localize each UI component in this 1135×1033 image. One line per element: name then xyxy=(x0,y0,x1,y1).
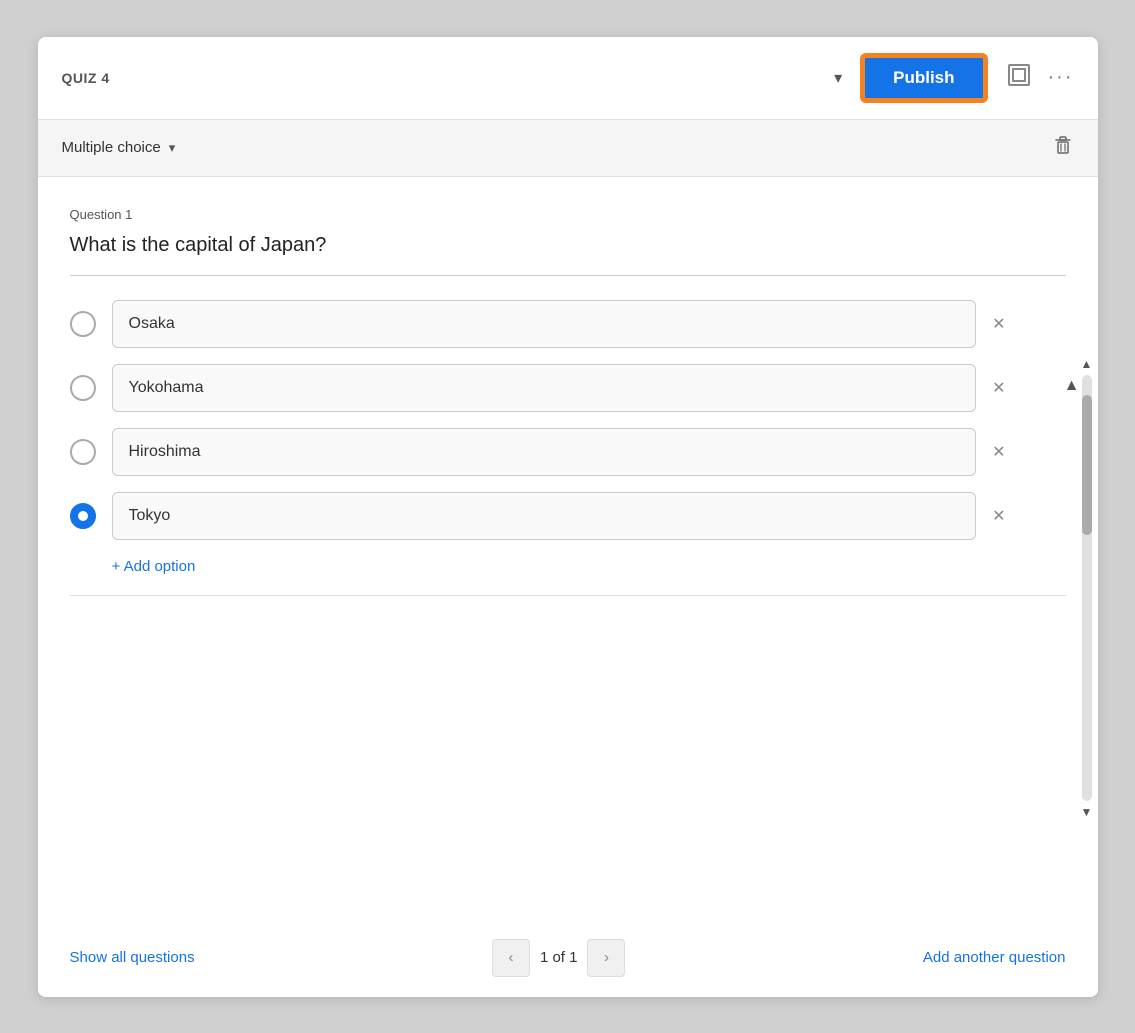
remove-option-1-icon[interactable]: ✕ xyxy=(992,314,1005,334)
option-row: ✕ xyxy=(70,300,1006,348)
option-radio-3[interactable] xyxy=(70,439,96,465)
options-list: ✕ ✕ ✕ ✕ xyxy=(70,300,1066,540)
remove-option-2-icon[interactable]: ✕ xyxy=(992,378,1005,398)
add-option-button[interactable]: + Add option xyxy=(112,558,1066,575)
remove-option-3-icon[interactable]: ✕ xyxy=(992,442,1005,462)
scrollbar[interactable]: ▲ ▼ xyxy=(1080,357,1094,819)
next-page-button[interactable]: › xyxy=(587,939,625,977)
quiz-card: QUIZ 4 ▾ Publish ··· Multiple choice ▾ Q… xyxy=(38,37,1098,997)
question-divider xyxy=(70,275,1066,276)
sub-header: Multiple choice ▾ xyxy=(38,120,1098,177)
question-label: Question 1 xyxy=(70,207,1066,222)
remove-option-4-icon[interactable]: ✕ xyxy=(992,506,1005,526)
expand-icon[interactable] xyxy=(1008,64,1030,91)
scrollbar-thumb xyxy=(1082,395,1092,535)
pagination: ‹ 1 of 1 › xyxy=(492,939,626,977)
page-info: 1 of 1 xyxy=(540,949,578,966)
footer: Show all questions ‹ 1 of 1 › Add anothe… xyxy=(38,919,1098,997)
question-type-chevron: ▾ xyxy=(169,140,176,156)
option-radio-1[interactable] xyxy=(70,311,96,337)
quiz-title-chevron[interactable]: ▾ xyxy=(834,68,842,88)
expand-square-icon xyxy=(1008,64,1030,86)
question-text: What is the capital of Japan? xyxy=(70,234,1066,257)
option-input-3[interactable] xyxy=(112,428,977,476)
quiz-title: QUIZ 4 xyxy=(62,70,823,86)
prev-page-button[interactable]: ‹ xyxy=(492,939,530,977)
question-type-dropdown[interactable]: Multiple choice ▾ xyxy=(62,139,176,156)
option-input-4[interactable] xyxy=(112,492,977,540)
option-input-2[interactable] xyxy=(112,364,977,412)
option-row: ✕ xyxy=(70,364,1006,412)
delete-question-icon[interactable] xyxy=(1052,134,1074,162)
footer-divider xyxy=(70,595,1066,596)
show-all-questions-link[interactable]: Show all questions xyxy=(70,949,195,966)
more-options-icon[interactable]: ··· xyxy=(1048,66,1074,89)
scrollbar-track xyxy=(1082,375,1092,801)
add-another-question-link[interactable]: Add another question xyxy=(923,949,1066,966)
main-content: Question 1 What is the capital of Japan?… xyxy=(38,177,1098,919)
header: QUIZ 4 ▾ Publish ··· xyxy=(38,37,1098,120)
question-type-label: Multiple choice xyxy=(62,139,161,156)
option-input-1[interactable] xyxy=(112,300,977,348)
option-radio-4[interactable] xyxy=(70,503,96,529)
scroll-up-icon[interactable]: ▲ xyxy=(1064,377,1080,395)
publish-button[interactable]: Publish xyxy=(862,55,985,101)
option-row: ✕ xyxy=(70,492,1006,540)
option-radio-2[interactable] xyxy=(70,375,96,401)
option-row: ✕ xyxy=(70,428,1006,476)
